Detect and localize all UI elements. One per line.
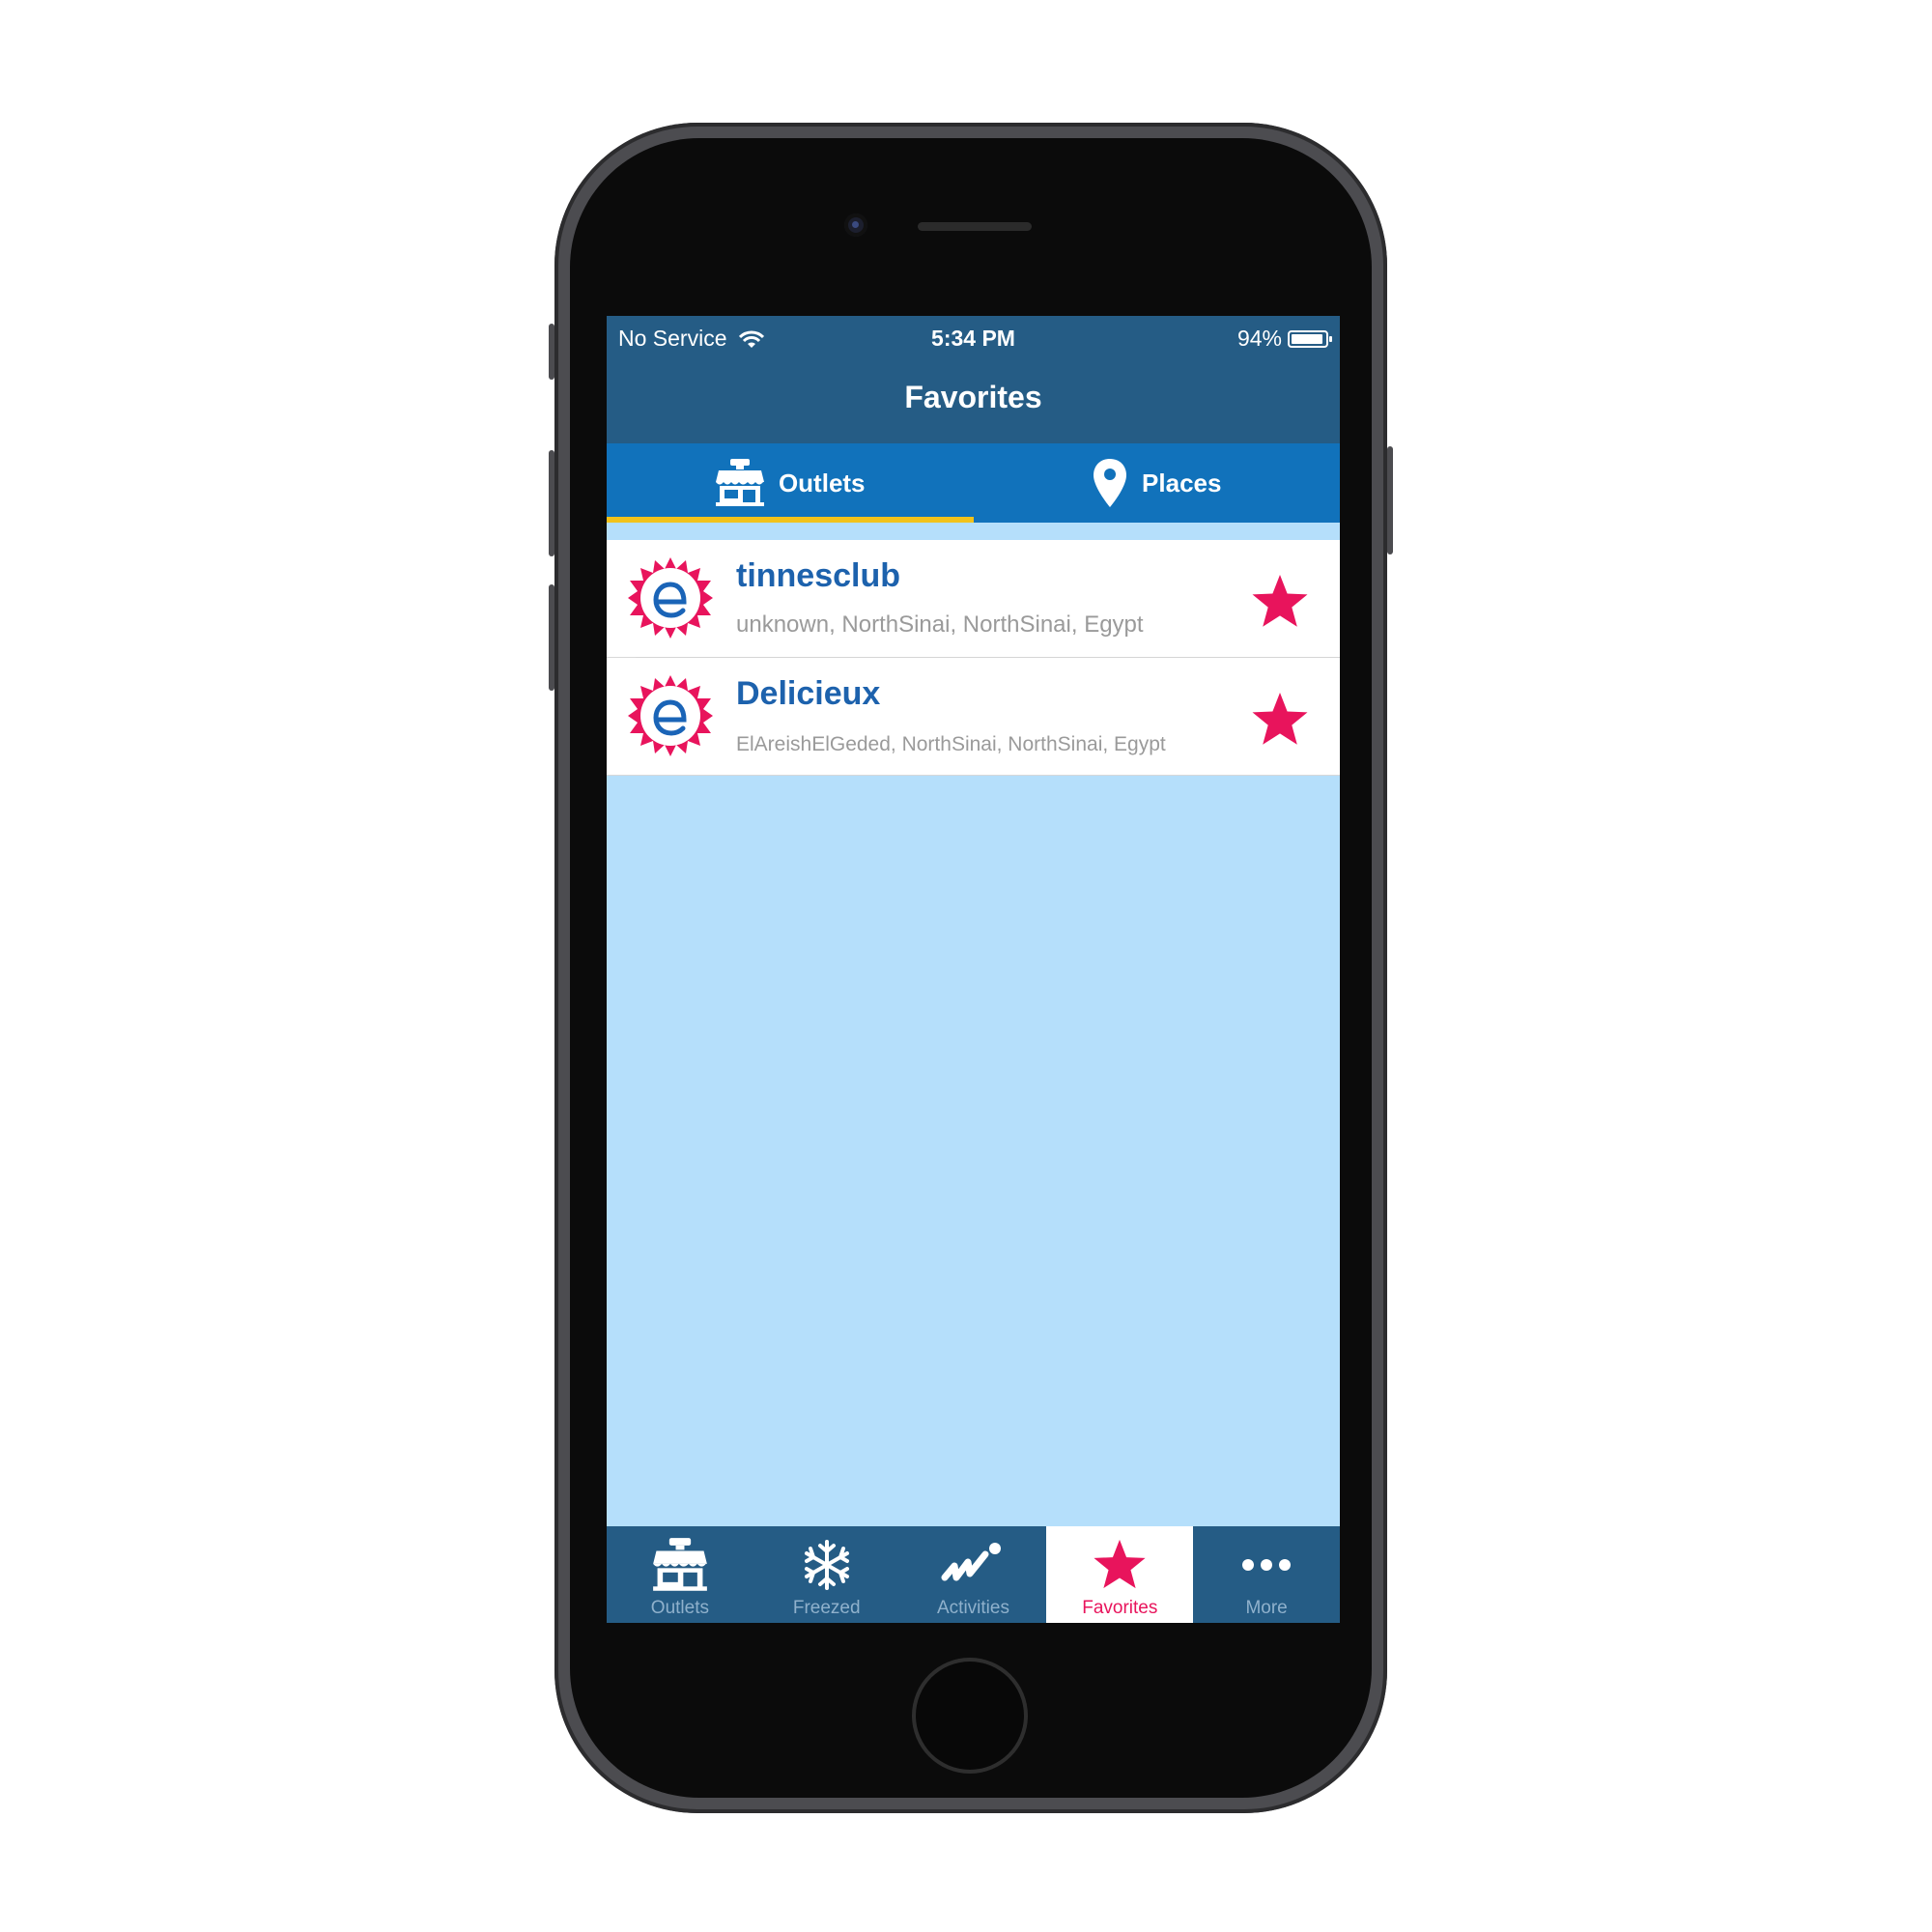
store-icon (715, 459, 764, 506)
favorite-star-icon[interactable] (1251, 691, 1309, 749)
tab-activities-label: Activities (937, 1598, 1009, 1618)
tab-favorites-label: Favorites (1082, 1598, 1158, 1618)
segmented-control: Outlets Places (607, 443, 1340, 523)
earpiece-speaker (918, 222, 1032, 231)
battery-percent: 94% (1236, 326, 1282, 351)
page-title: Favorites (904, 380, 1042, 414)
segment-outlets-label: Outlets (778, 468, 866, 497)
tab-more[interactable]: More (1193, 1526, 1340, 1623)
outlet-address: unknown, NorthSinai, NorthSinai, Egypt (736, 611, 1144, 638)
star-icon (1094, 1539, 1146, 1589)
e-logo-icon (628, 675, 713, 756)
tab-more-label: More (1245, 1598, 1288, 1618)
tab-favorites[interactable]: Favorites (1046, 1526, 1194, 1623)
power-button (1387, 446, 1393, 554)
tab-freezed[interactable]: Freezed (753, 1526, 900, 1623)
more-dots-icon (1242, 1559, 1292, 1571)
front-camera (844, 213, 867, 237)
tab-activities[interactable]: Activities (900, 1526, 1047, 1623)
mute-switch (549, 324, 554, 380)
outlet-name: Delicieux (736, 675, 881, 712)
outlet-address: ElAreishElGeded, NorthSinai, NorthSinai,… (736, 733, 1166, 755)
status-time: 5:34 PM (931, 326, 1015, 351)
list-item[interactable]: tinnesclub unknown, NorthSinai, NorthSin… (607, 540, 1340, 658)
battery-icon (1288, 329, 1332, 348)
favorites-list: tinnesclub unknown, NorthSinai, NorthSin… (607, 540, 1340, 776)
list-item[interactable]: Delicieux ElAreishElGeded, NorthSinai, N… (607, 658, 1340, 776)
outlet-name: tinnesclub (736, 557, 901, 594)
tab-bar: Outlets Freezed Activities Favorites Mor… (607, 1526, 1340, 1623)
tab-outlets-label: Outlets (650, 1598, 709, 1618)
home-button[interactable] (916, 1662, 1024, 1770)
tab-outlets[interactable]: Outlets (607, 1526, 753, 1623)
map-pin-icon (1094, 459, 1127, 507)
volume-down-button (549, 584, 554, 691)
navigation-bar: No Service 5:34 PM 94% Favorites (607, 316, 1340, 443)
app-screen: No Service 5:34 PM 94% Favorites Outlets… (607, 316, 1340, 1623)
segment-places-label: Places (1142, 468, 1222, 497)
status-battery: 94% (1236, 326, 1332, 352)
segment-places[interactable]: Places (974, 443, 1341, 523)
segment-outlets[interactable]: Outlets (607, 443, 974, 523)
volume-up-button (549, 450, 554, 556)
favorite-star-icon[interactable] (1251, 573, 1309, 631)
activity-chart-icon (941, 1543, 1002, 1581)
tab-freezed-label: Freezed (792, 1598, 861, 1618)
e-logo-icon (628, 557, 713, 639)
snowflake-icon (804, 1540, 849, 1590)
store-icon (653, 1538, 707, 1591)
